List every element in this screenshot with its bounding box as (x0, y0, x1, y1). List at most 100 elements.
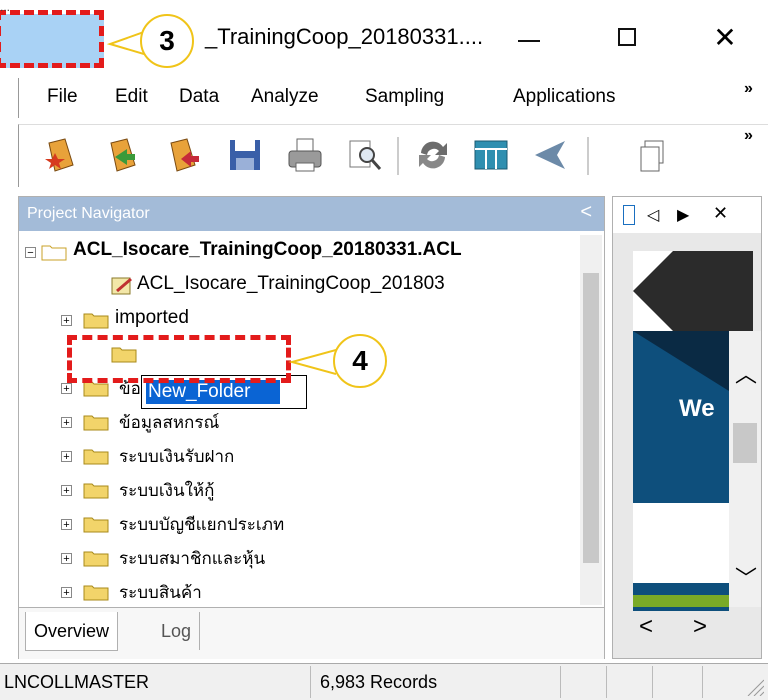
menu-analyze[interactable]: Analyze (251, 86, 319, 108)
status-cell (566, 666, 607, 698)
expand-toggle[interactable]: + (61, 451, 72, 463)
folder-label: ระบบสมาชิกและหุ้น (119, 549, 266, 568)
maximize-icon (618, 28, 636, 46)
nav-forward-icon[interactable]: > (693, 613, 707, 641)
tree-item-folder[interactable]: + imported (19, 307, 579, 337)
folder-label: ข้อมูลสหกรณ์ (119, 413, 220, 432)
status-record-count: 6,983 Records (316, 666, 561, 698)
open-project-icon[interactable] (103, 135, 143, 175)
menu-sampling[interactable]: Sampling (365, 86, 444, 108)
scroll-up-icon[interactable]: ︿ (735, 357, 757, 389)
resize-grip-icon[interactable] (744, 676, 764, 696)
menu-data[interactable]: Data (179, 86, 219, 108)
status-cell (612, 666, 653, 698)
print-icon[interactable] (285, 135, 325, 175)
callout3-pointer (106, 31, 144, 55)
table-layout-icon[interactable] (471, 135, 511, 175)
scroll-down-icon[interactable]: ﹀ (735, 561, 757, 593)
save-icon[interactable] (225, 135, 265, 175)
welcome-scrollbar-thumb[interactable] (733, 423, 757, 463)
collapse-navigator-button[interactable]: < (580, 201, 592, 224)
folder-icon (83, 551, 109, 567)
folder-label: ระบบเงินให้กู้ (119, 481, 215, 500)
expand-toggle[interactable]: + (61, 417, 72, 429)
menu-applications[interactable]: Applications (513, 86, 615, 108)
welcome-graphic (633, 331, 729, 391)
nav-back-icon[interactable]: < (639, 613, 653, 641)
folder-label: ระบบเงินรับฝาก (119, 447, 235, 466)
top-left-text: ... (0, 0, 11, 14)
step3-highlight-box (0, 10, 104, 68)
folder-label: ระบบสินค้า (119, 583, 202, 602)
folder-open-icon (41, 245, 67, 261)
toolbar-overflow-chevron[interactable]: » (744, 127, 753, 145)
tree-item-folder[interactable]: + ข้อมูลสหกรณ์ (19, 409, 579, 439)
step4-highlight-box (67, 335, 291, 383)
navigator-tabs: Overview Log (19, 607, 604, 659)
menu-edit[interactable]: Edit (115, 86, 148, 108)
welcome-text: We (679, 395, 715, 422)
menu-file[interactable]: File (47, 86, 78, 108)
project-root-row[interactable]: − ACL_Isocare_TrainingCoop_20180331.ACL (19, 239, 579, 269)
close-button[interactable]: ✕ (705, 18, 745, 58)
step3-callout: 3 (140, 14, 194, 68)
tab-prev-icon[interactable]: ◁ (647, 205, 659, 225)
folder-label: imported (115, 307, 189, 328)
tree-item-folder[interactable]: + ระบบเงินรับฝาก (19, 443, 579, 473)
tree-scrollbar-thumb[interactable] (583, 273, 599, 563)
toolbar-separator (587, 137, 589, 175)
tab-close-icon[interactable]: ✕ (713, 203, 728, 224)
expand-toggle[interactable]: + (61, 519, 72, 531)
expand-toggle[interactable]: + (61, 485, 72, 497)
welcome-tab-bar: ◁ ▶ ✕ (613, 197, 761, 233)
welcome-nav: < > (633, 611, 753, 647)
folder-icon (83, 313, 109, 329)
collapse-toggle[interactable]: − (25, 247, 36, 259)
status-cell (658, 666, 703, 698)
folder-icon (83, 483, 109, 499)
tree-item-log[interactable]: ACL_Isocare_TrainingCoop_201803 (19, 273, 579, 303)
folder-icon (83, 517, 109, 533)
tab-next-icon[interactable]: ▶ (677, 205, 689, 225)
menu-overflow-chevron[interactable]: » (744, 80, 753, 98)
tree-item-folder[interactable]: + ระบบสมาชิกและหุ้น (19, 545, 579, 575)
open-table-icon[interactable] (163, 135, 203, 175)
refresh-icon[interactable] (413, 135, 453, 175)
title-bar: ... 3 _TrainingCoop_20180331.... ✕ (0, 0, 768, 80)
filter-icon[interactable] (529, 135, 569, 175)
folder-icon (83, 449, 109, 465)
expand-toggle[interactable]: + (61, 315, 72, 327)
tree-item-folder[interactable]: + ระบบบัญชีแยกประเภท (19, 511, 579, 541)
welcome-scrollbar[interactable]: ︿ ﹀ (729, 331, 761, 607)
expand-toggle[interactable]: + (61, 587, 72, 599)
window-title: _TrainingCoop_20180331.... (205, 24, 484, 49)
toolbar-separator (397, 137, 399, 175)
tab-icon (623, 205, 635, 225)
welcome-green-bar (633, 595, 729, 607)
status-bar: LNCOLLMASTER 6,983 Records (0, 663, 768, 700)
minimize-button[interactable] (510, 18, 550, 58)
menu-bar: File Edit Data Analyze Sampling Applicat… (18, 78, 768, 118)
project-navigator: Project Navigator < − ACL_Isocare_Traini… (18, 196, 605, 659)
minimize-icon (518, 40, 540, 42)
folder-icon (83, 415, 109, 431)
copy-icon[interactable] (633, 135, 673, 175)
find-icon[interactable] (345, 135, 385, 175)
navigator-title: Project Navigator (27, 205, 150, 222)
tree-item-folder[interactable]: + ระบบสินค้า (19, 579, 579, 605)
back-arrow-icon (633, 251, 753, 331)
maximize-button[interactable] (608, 18, 648, 58)
tab-log[interactable]: Log (153, 612, 201, 650)
tree-item-folder[interactable]: + ระบบเงินให้กู้ (19, 477, 579, 507)
expand-toggle[interactable]: + (61, 553, 72, 565)
callout4-pointer (288, 349, 336, 375)
new-project-icon[interactable] (41, 135, 81, 175)
tab-overview[interactable]: Overview (25, 612, 119, 651)
rename-selected-text[interactable]: New_Folder (146, 380, 280, 404)
project-name: ACL_Isocare_TrainingCoop_20180331.ACL (73, 239, 462, 260)
navigator-header: Project Navigator < (19, 197, 604, 231)
log-label: ACL_Isocare_TrainingCoop_201803 (137, 273, 445, 294)
close-icon: ✕ (713, 22, 737, 53)
expand-toggle[interactable]: + (61, 383, 72, 395)
welcome-banner-dark (633, 251, 753, 331)
